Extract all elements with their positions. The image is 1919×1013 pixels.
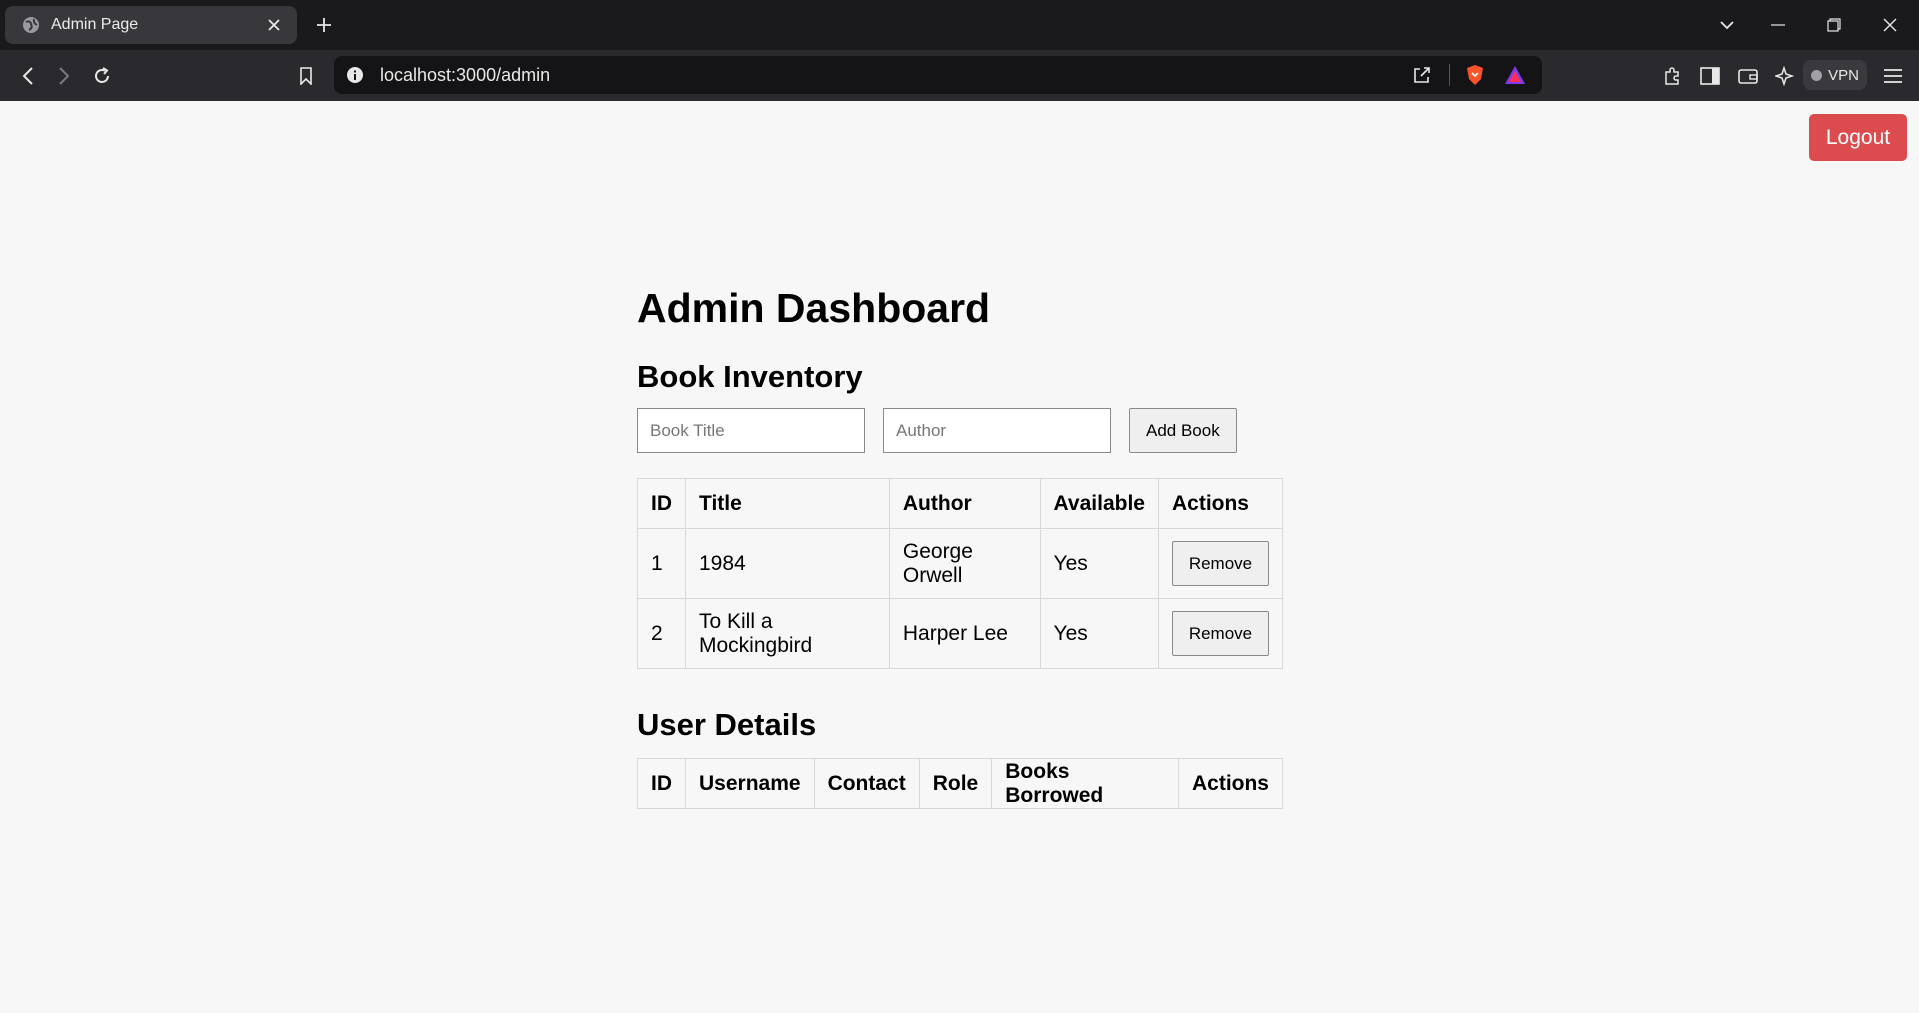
users-table: ID Username Contact Role Books Borrowed …	[637, 758, 1284, 809]
remove-button[interactable]: Remove	[1171, 611, 1269, 656]
add-book-button[interactable]: Add Book	[1129, 408, 1237, 453]
remove-button[interactable]: Remove	[1171, 541, 1269, 586]
cell-id: 2	[637, 598, 686, 669]
column-header: Available	[1039, 478, 1159, 529]
menu-icon[interactable]	[1879, 62, 1907, 90]
url-text[interactable]: localhost:3000/admin	[380, 65, 1409, 86]
close-tab-icon[interactable]	[263, 14, 285, 36]
column-header: Actions	[1157, 478, 1284, 529]
book-title-input[interactable]	[637, 408, 865, 453]
column-header: Actions	[1177, 758, 1284, 809]
column-header: Role	[918, 758, 993, 809]
cell-available: Yes	[1039, 598, 1159, 669]
cell-title: To Kill a Mockingbird	[685, 598, 890, 669]
column-header: Books Borrowed	[991, 758, 1179, 809]
leo-ai-icon[interactable]	[1771, 62, 1799, 90]
cell-actions: Remove	[1157, 528, 1284, 599]
back-icon[interactable]	[14, 62, 42, 90]
close-window-icon[interactable]	[1876, 12, 1904, 38]
cell-actions: Remove	[1157, 598, 1284, 669]
brave-rewards-icon[interactable]	[1502, 62, 1528, 88]
bookmark-icon[interactable]	[292, 62, 320, 90]
extensions-icon[interactable]	[1658, 62, 1686, 90]
vpn-button[interactable]: VPN	[1803, 60, 1867, 90]
cell-author: Harper Lee	[888, 598, 1041, 669]
column-header: Author	[888, 478, 1041, 529]
site-info-icon[interactable]	[344, 64, 366, 86]
url-divider	[1449, 64, 1450, 86]
add-book-form: Add Book	[637, 408, 1287, 453]
table-header-row: ID Title Author Available Actions	[637, 478, 1284, 529]
cell-title: 1984	[685, 528, 890, 599]
restore-icon[interactable]	[1820, 12, 1848, 38]
column-header: ID	[637, 758, 686, 809]
minimize-icon[interactable]	[1764, 12, 1792, 38]
users-heading: User Details	[637, 707, 817, 742]
table-row: 1 1984 George Orwell Yes Remove	[637, 528, 1284, 599]
address-bar[interactable]: localhost:3000/admin	[334, 56, 1542, 94]
table-header-row: ID Username Contact Role Books Borrowed …	[637, 758, 1284, 809]
new-tab-icon[interactable]	[312, 13, 336, 37]
forward-icon[interactable]	[50, 62, 78, 90]
table-row: 2 To Kill a Mockingbird Harper Lee Yes R…	[637, 598, 1284, 669]
logout-button[interactable]: Logout	[1809, 114, 1907, 161]
reload-icon[interactable]	[88, 62, 116, 90]
page-title: Admin Dashboard	[637, 285, 991, 331]
cell-id: 1	[637, 528, 686, 599]
cell-available: Yes	[1039, 528, 1159, 599]
vpn-label: VPN	[1828, 66, 1859, 84]
tab-title: Admin Page	[51, 16, 139, 33]
wallet-icon[interactable]	[1734, 62, 1762, 90]
browser-tab[interactable]: Admin Page	[5, 6, 297, 44]
column-header: Username	[685, 758, 815, 809]
brave-shields-icon[interactable]	[1462, 62, 1488, 88]
column-header: Contact	[813, 758, 920, 809]
sidebar-icon[interactable]	[1696, 62, 1724, 90]
inventory-table: ID Title Author Available Actions 1 1984…	[637, 478, 1284, 669]
column-header: ID	[637, 478, 686, 529]
cell-author: George Orwell	[888, 528, 1041, 599]
author-input[interactable]	[883, 408, 1111, 453]
admin-dashboard: Admin Dashboard Book Inventory Add Book …	[637, 280, 1287, 809]
share-icon[interactable]	[1409, 62, 1435, 88]
inventory-heading: Book Inventory	[637, 359, 863, 394]
globe-icon	[21, 15, 41, 35]
vpn-status-icon	[1811, 69, 1823, 81]
browser-tab-bar: Admin Page	[0, 0, 1919, 50]
browser-toolbar: localhost:3000/admin VPN	[0, 50, 1919, 101]
tab-list-chevron-icon[interactable]	[1713, 12, 1741, 38]
column-header: Title	[685, 478, 890, 529]
